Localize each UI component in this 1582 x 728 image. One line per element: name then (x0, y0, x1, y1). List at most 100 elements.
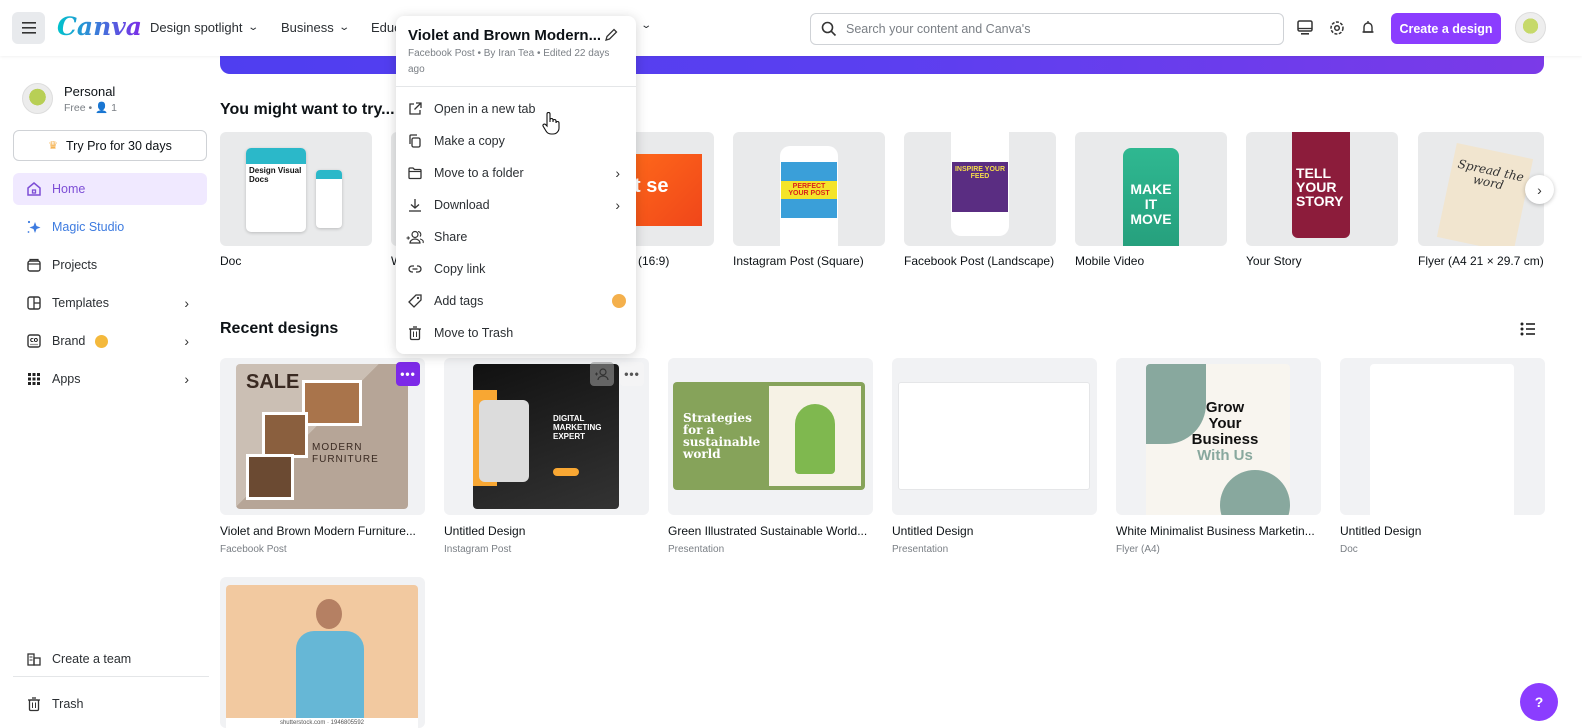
carousel-next-button[interactable]: › (1525, 175, 1554, 204)
design-type: Facebook Post (220, 544, 287, 555)
search-bar[interactable] (810, 13, 1284, 45)
menu-item-label: Move to Trash (434, 326, 514, 340)
menu-item-label: Add tags (434, 294, 484, 308)
hand-pointer-cursor (542, 112, 560, 141)
try-card-doc[interactable]: Design Visual Docs (220, 132, 372, 246)
top-bar: Canva Design spotlight ⌄ Business ⌄ Educ ⌄… (0, 0, 1582, 56)
rename-button[interactable] (603, 27, 619, 43)
menu-item-add-tags[interactable]: Add tags (396, 286, 636, 316)
doc-thumbnail: Design Visual Docs (246, 148, 306, 232)
design-title[interactable]: White Minimalist Business Marketin... (1116, 524, 1321, 538)
home-icon (27, 182, 41, 196)
menu-item-download[interactable]: Download › (396, 190, 636, 220)
ellipsis-icon: ••• (400, 367, 416, 381)
nav-more-dropdown[interactable]: ⌄ (640, 20, 652, 31)
sidebar-item-templates[interactable]: Templates › (13, 287, 207, 319)
thumb-text: PERFECT YOUR POST (781, 181, 837, 199)
sidebar-item-magic-studio[interactable]: Magic Studio (13, 211, 207, 243)
canva-logo[interactable]: Canva (57, 12, 142, 41)
desktop-app-button[interactable] (1295, 18, 1315, 38)
notifications-icon (1362, 21, 1374, 33)
flyer-thumbnail: Spread the word (1436, 142, 1534, 246)
account-plan: Free • 👤 1 (64, 102, 117, 114)
hamburger-icon (21, 22, 36, 34)
create-team-button[interactable]: Create a team (13, 643, 207, 675)
try-card-label: Facebook Post (Landscape) (904, 254, 1055, 268)
sidebar-item-apps[interactable]: Apps › (13, 363, 207, 395)
design-card[interactable]: shutterstock.com · 1946805592 (220, 577, 425, 728)
instagram-thumbnail: PERFECT YOUR POST (781, 162, 837, 218)
folder-icon (408, 167, 422, 180)
sidebar-item-trash[interactable]: Trash (13, 688, 207, 720)
sidebar-item-home[interactable]: Home (13, 173, 207, 205)
chevron-right-icon: › (615, 197, 620, 213)
help-button[interactable]: ? (1520, 683, 1558, 721)
search-input[interactable] (846, 22, 1246, 36)
sidebar-item-brand[interactable]: CO Brand › (13, 325, 207, 357)
try-pro-button[interactable]: ♛ Try Pro for 30 days (13, 130, 207, 161)
design-thumbnail (898, 382, 1090, 490)
nav-label: Design spotlight (150, 20, 243, 35)
nav-design-spotlight[interactable]: Design spotlight ⌄ (150, 20, 259, 35)
sidebar-item-label: Home (52, 182, 86, 196)
try-card-facebook-post[interactable]: INSPIRE YOUR FEED (904, 132, 1056, 246)
menu-item-move-to-trash[interactable]: Move to Trash (396, 318, 636, 348)
design-title[interactable]: Untitled Design (892, 524, 1097, 538)
share-design-button[interactable] (590, 362, 614, 386)
recent-section-title: Recent designs (220, 320, 339, 337)
team-building-icon (27, 653, 41, 666)
design-card[interactable]: Strategies for a sustainable world (668, 358, 873, 515)
thumb-text: Design Visual Docs (249, 166, 302, 184)
design-card[interactable] (892, 358, 1097, 515)
thumb-text: Strategies for a sustainable world (683, 411, 761, 461)
menu-item-label: Move to a folder (434, 166, 524, 180)
list-view-toggle[interactable] (1519, 320, 1537, 338)
notifications-button[interactable] (1358, 18, 1378, 38)
design-thumbnail: SALE MODERN FURNITURE (236, 364, 408, 509)
menu-item-copy-link[interactable]: Copy link (396, 254, 636, 284)
design-type: Doc (1340, 544, 1358, 555)
apps-grid-icon (28, 373, 40, 385)
design-title[interactable]: Green Illustrated Sustainable World... (668, 524, 873, 538)
chevron-down-icon: ⌄ (246, 22, 259, 33)
context-menu-title[interactable]: Violet and Brown Modern... (408, 27, 601, 44)
menu-item-share[interactable]: Share (396, 222, 636, 252)
design-title[interactable]: Violet and Brown Modern Furniture... (220, 524, 425, 538)
design-title[interactable]: Untitled Design (1340, 524, 1545, 538)
menu-item-open-new-tab[interactable]: Open in a new tab (396, 94, 636, 124)
thumb-text: Grow Your Business With Us (1191, 399, 1259, 464)
context-menu-meta: Facebook Post • By Iran Tea • Edited 22 … (408, 48, 610, 75)
try-card-label: Doc (220, 254, 242, 268)
design-thumbnail (1370, 364, 1514, 515)
design-card[interactable] (1340, 358, 1545, 515)
design-card[interactable]: DIGITAL MARKETING EXPERT ••• (444, 358, 649, 515)
settings-button[interactable] (1327, 18, 1347, 38)
design-card[interactable]: Grow Your Business With Us (1116, 358, 1321, 515)
menu-item-move-to-folder[interactable]: Move to a folder › (396, 158, 636, 188)
try-card-label: (16:9) (638, 254, 670, 268)
design-card[interactable]: SALE MODERN FURNITURE ••• (220, 358, 425, 515)
more-options-button[interactable]: ••• (620, 362, 644, 386)
more-options-button[interactable]: ••• (396, 362, 420, 386)
account-avatar[interactable] (22, 83, 53, 114)
menu-toggle-button[interactable] (12, 12, 45, 44)
thumb-text: t se (634, 175, 669, 197)
try-card-your-story[interactable]: TELL YOUR STORY (1246, 132, 1398, 246)
sidebar-item-projects[interactable]: Projects (13, 249, 207, 281)
chevron-right-icon: › (184, 333, 189, 349)
thumb-text: MAKE IT MOVE (1130, 181, 1172, 227)
copy-icon (409, 134, 421, 148)
nav-business[interactable]: Business ⌄ (281, 20, 350, 35)
thumb-text: MODERN FURNITURE (312, 442, 379, 465)
photo-frame (479, 400, 529, 482)
account-name[interactable]: Personal (64, 84, 115, 99)
share-people-icon (595, 368, 609, 381)
create-design-button[interactable]: Create a design (1391, 13, 1501, 44)
phone-mockup: PERFECT YOUR POST (780, 146, 838, 246)
try-card-instagram-post[interactable]: PERFECT YOUR POST (733, 132, 885, 246)
try-card-mobile-video[interactable]: MAKE IT MOVE (1075, 132, 1227, 246)
design-title[interactable]: Untitled Design (444, 524, 649, 538)
sidebar-divider (13, 676, 209, 677)
menu-item-make-copy[interactable]: Make a copy (396, 126, 636, 156)
user-avatar[interactable] (1515, 12, 1546, 43)
